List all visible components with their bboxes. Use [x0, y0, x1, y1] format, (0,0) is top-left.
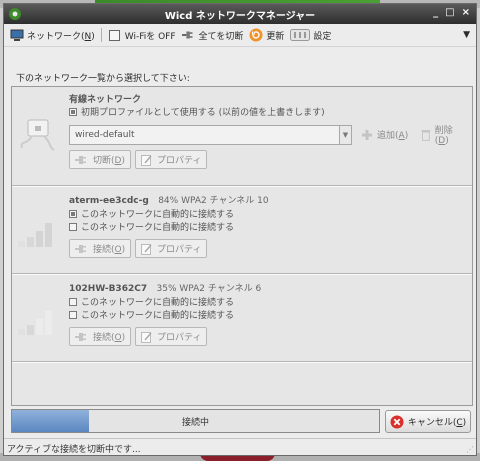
properties-button[interactable]: プロパティ: [135, 327, 208, 346]
edit-icon: [141, 243, 152, 255]
network-list: 有線ネットワーク 初期プロファイルとして使用する (以前の値を上書きします) w…: [11, 86, 473, 406]
close-button[interactable]: ×: [462, 7, 470, 18]
toolbar-menu-arrow[interactable]: ▼: [463, 30, 470, 40]
disconnect-button[interactable]: 切断(D): [69, 150, 131, 169]
connect-label: 接続(: [93, 245, 115, 255]
progress-label: 接続中: [181, 417, 209, 428]
default-profile-checkbox[interactable]: [69, 107, 77, 116]
wifi-off-label: Wi-Fiを OFF: [124, 31, 176, 42]
network-title-1: aterm-ee3cdc-g 84% WPA2 チャンネル 10: [69, 193, 269, 206]
autoconnect-checkbox[interactable]: [69, 209, 77, 218]
delete-profile-button[interactable]: 削除(D): [415, 125, 472, 146]
disconnect-label-end: ): [121, 156, 125, 166]
edit-icon: [141, 331, 152, 343]
edit-icon: [141, 154, 152, 166]
chevron-down-icon[interactable]: ▼: [340, 125, 352, 145]
network-ssid: 102HW-B362C7: [69, 284, 148, 294]
toolbar: ネットワーク(N) Wi-Fiを OFF 全てを切断 更新 設定 ▼: [4, 24, 476, 47]
refresh-button[interactable]: 更新: [249, 28, 284, 42]
network-menu-button[interactable]: ネットワーク(N): [10, 28, 95, 42]
connection-progress-bar: 接続中: [11, 409, 380, 433]
cancel-label-end: ): [462, 418, 467, 428]
connect-label-end: ): [121, 333, 126, 343]
delete-label-end: ): [445, 136, 449, 146]
refresh-label: 更新: [266, 31, 285, 42]
wired-network-icon: [20, 119, 55, 151]
plus-icon: [362, 129, 372, 140]
autoconnect-checkbox-2[interactable]: [69, 222, 77, 231]
autoconnect-option-2[interactable]: このネットワークに自動的に接続する: [69, 220, 234, 233]
trash-icon: [421, 129, 431, 141]
settings-icon: [290, 28, 311, 42]
signal-strength-icon: [18, 223, 52, 247]
window-title: Wicd ネットワークマネージャー: [164, 10, 316, 22]
plug-icon: [75, 155, 86, 164]
plug-icon: [75, 332, 86, 341]
refresh-icon: [249, 28, 263, 42]
wireless-network-entry-1: aterm-ee3cdc-g 84% WPA2 チャンネル 10 このネットワー…: [12, 187, 472, 271]
settings-button[interactable]: 設定: [290, 28, 331, 42]
connect-label-end: ): [121, 245, 126, 255]
disconnect-all-button[interactable]: 全てを切断: [181, 28, 244, 42]
toolbar-separator: [100, 28, 102, 42]
autoconnect-option[interactable]: このネットワークに自動的に接続する: [69, 207, 234, 220]
minimize-button[interactable]: _: [433, 7, 438, 18]
wired-properties-button[interactable]: プロパティ: [135, 150, 208, 169]
autoconnect-checkbox[interactable]: [69, 297, 77, 306]
cancel-button[interactable]: キャンセル(C): [385, 410, 471, 433]
wired-network-entry: 有線ネットワーク 初期プロファイルとして使用する (以前の値を上書きします) w…: [12, 87, 472, 185]
properties-label: プロパティ: [157, 245, 202, 255]
default-profile-option[interactable]: 初期プロファイルとして使用する (以前の値を上書きします): [69, 105, 325, 118]
wired-network-title: 有線ネットワーク: [69, 95, 142, 105]
autoconnect-label-2: このネットワークに自動的に接続する: [81, 223, 235, 233]
connect-label: 接続(: [93, 333, 115, 343]
connect-mnemonic: O: [114, 245, 122, 255]
connect-button[interactable]: 接続(O): [69, 327, 132, 346]
wired-profile-combobox[interactable]: wired-default: [69, 125, 340, 145]
network-info: 35% WPA2 チャンネル 6: [156, 284, 262, 294]
autoconnect-label: このネットワークに自動的に接続する: [81, 210, 235, 220]
wifi-off-button[interactable]: Wi-Fiを OFF: [108, 28, 176, 42]
add-label: 追加(: [377, 131, 399, 141]
network-label-end: ): [91, 31, 95, 42]
properties-button[interactable]: プロパティ: [135, 239, 208, 258]
network-title-2: 102HW-B362C7 35% WPA2 チャンネル 6: [69, 281, 261, 294]
connect-button[interactable]: 接続(O): [69, 239, 132, 258]
plug-icon: [181, 28, 196, 42]
network-label: ネットワーク(: [27, 31, 85, 42]
wired-properties-label: プロパティ: [157, 156, 202, 166]
wifi-checkbox-icon: [108, 28, 122, 42]
add-label-end: ): [404, 131, 409, 141]
wicd-window: Wicd ネットワークマネージャー _ □ × ネットワーク(N) Wi-Fiを…: [3, 3, 477, 456]
wireless-network-entry-2: 102HW-B362C7 35% WPA2 チャンネル 6 このネットワークに自…: [12, 275, 472, 359]
wired-profile-value: wired-default: [75, 130, 135, 140]
disconnect-label: 切断(: [93, 156, 115, 166]
cancel-label: キャンセル(: [407, 418, 457, 428]
network-ssid: aterm-ee3cdc-g: [69, 196, 149, 206]
connect-mnemonic: O: [114, 333, 122, 343]
autoconnect-label: このネットワークに自動的に接続する: [81, 298, 235, 308]
disconnect-all-label: 全てを切断: [198, 31, 244, 42]
autoconnect-option-2[interactable]: このネットワークに自動的に接続する: [69, 308, 234, 321]
maximize-button[interactable]: □: [445, 7, 454, 18]
autoconnect-label-2: このネットワークに自動的に接続する: [81, 311, 235, 321]
plug-icon: [75, 244, 86, 253]
autoconnect-checkbox-2[interactable]: [69, 310, 77, 319]
app-icon: [9, 8, 21, 20]
cancel-icon: [390, 415, 404, 428]
default-profile-label: 初期プロファイルとして使用する (以前の値を上書きします): [81, 108, 325, 118]
instruction-text: 下のネットワーク一覧から選択して下さい:: [16, 74, 190, 84]
autoconnect-option[interactable]: このネットワークに自動的に接続する: [69, 295, 234, 308]
network-info: 84% WPA2 チャンネル 10: [158, 196, 269, 206]
computer-icon: [10, 28, 24, 42]
list-divider: [12, 361, 472, 363]
settings-label: 設定: [313, 31, 332, 42]
title-bar[interactable]: Wicd ネットワークマネージャー _ □ ×: [4, 4, 476, 24]
status-bar: アクティブな接続を切断中です... ⋰: [4, 438, 476, 455]
resize-grip-icon[interactable]: ⋰: [466, 445, 476, 455]
status-text: アクティブな接続を切断中です...: [7, 444, 141, 455]
properties-label: プロパティ: [157, 333, 202, 343]
add-profile-button[interactable]: 追加(A): [355, 125, 414, 144]
signal-strength-icon: [18, 311, 52, 335]
